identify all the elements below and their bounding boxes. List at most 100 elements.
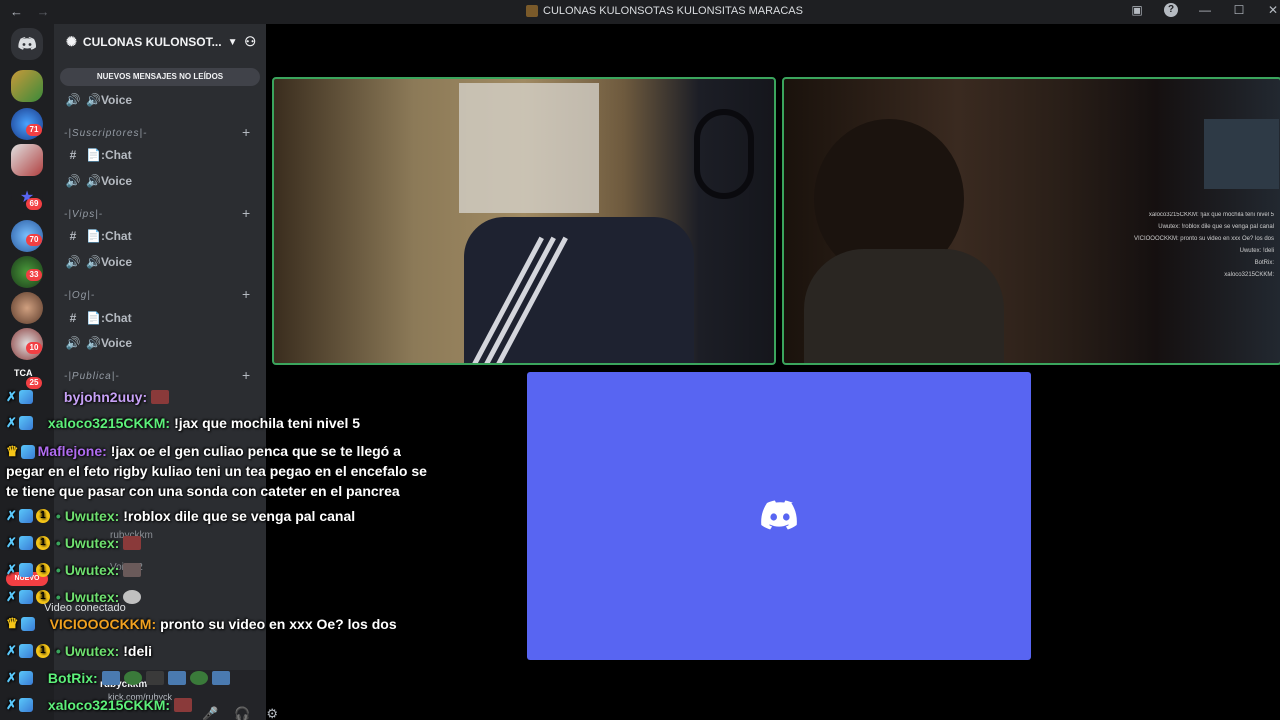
server-icon-3[interactable]: [11, 144, 43, 176]
chat-message: ✗ 1 • Uwutex:: [6, 589, 142, 605]
settings-gear-icon[interactable]: ⚙: [266, 706, 278, 720]
sub-badge-icon: [18, 644, 33, 658]
status-dot-icon: •: [55, 508, 61, 524]
help-icon[interactable]: ?: [1164, 3, 1178, 17]
back-arrow-icon[interactable]: ←: [10, 4, 23, 19]
chat-text: !jax que mochila teni nivel 5: [174, 415, 361, 431]
voice-channel-icon: 🔊: [65, 93, 81, 107]
forward-arrow-icon[interactable]: →: [37, 4, 50, 19]
server-name: CULONAS KULONSOT...: [82, 35, 222, 49]
channel-label: 📄:Chat: [86, 148, 132, 162]
emote-icon: [189, 671, 208, 685]
server-icon-7[interactable]: [11, 292, 43, 324]
person-body: [804, 249, 1004, 363]
chat-username[interactable]: VICIOOOCKKM:: [50, 616, 157, 632]
chat-username[interactable]: byjohn2uuy:: [64, 389, 147, 405]
headphones-icon[interactable]: 🎧: [234, 706, 250, 720]
gifter-badge-icon: 1: [35, 509, 50, 523]
create-channel-icon[interactable]: +: [242, 286, 250, 302]
chat-username[interactable]: Uwutex:: [65, 589, 119, 605]
create-channel-icon[interactable]: +: [242, 205, 250, 221]
text-channel[interactable]: # 📄:Chat: [64, 145, 132, 165]
unread-badge: 33: [26, 269, 42, 281]
voice-channel[interactable]: 🔊 🔊Voice: [64, 252, 133, 272]
chat-message: ✗ 1 • Uwutex: !roblox dile que se venga p…: [6, 508, 355, 524]
voice-channel[interactable]: 🔊 🔊Voice: [64, 333, 133, 353]
channel-label: 📄:Chat: [86, 311, 132, 325]
sub-badge-icon: [18, 536, 33, 550]
chat-username[interactable]: Uwutex:: [65, 643, 119, 659]
reflected-chat-line: VICIOOOCKKM: pronto su video en xxx Oe? …: [1133, 236, 1274, 242]
emote-icon: [101, 671, 120, 685]
user-controls: 🎤 🎧 ⚙: [202, 706, 278, 720]
screen-record-icon[interactable]: ▣: [1130, 3, 1144, 17]
video-tile-no-camera[interactable]: [527, 372, 1031, 660]
sword-badge-icon: ✗: [6, 535, 17, 550]
category-vips[interactable]: -|Vips|-: [64, 209, 103, 225]
sub-badge-icon: [18, 563, 33, 577]
channel-label: 📄:Chat: [86, 229, 132, 243]
hashtag-icon: #: [69, 311, 77, 325]
emote-icon: [211, 671, 230, 685]
chat-message: ✗ 1 • Uwutex:: [6, 535, 142, 551]
voice-channel[interactable]: 🔊 🔊Voice: [64, 171, 133, 191]
chat-username[interactable]: Uwutex:: [65, 508, 119, 524]
sword-badge-icon: ✗: [6, 697, 17, 712]
chat-username[interactable]: Uwutex:: [65, 535, 119, 551]
unread-messages-pill[interactable]: NUEVOS MENSAJES NO LEÍDOS: [60, 68, 260, 86]
gifter-badge-icon: 1: [35, 563, 50, 577]
emote-icon: [123, 563, 142, 577]
channel-label: 🔊Voice: [86, 93, 133, 107]
crown-badge-icon: ♛: [6, 615, 19, 631]
chat-message: ♛ Maflejone: !jax oe el gen culiao penca …: [6, 441, 436, 501]
server-label-tca: TCA: [14, 368, 33, 378]
window-title-text: CULONAS KULONSOTAS KULONSITAS MARACAS: [543, 5, 803, 17]
nav-buttons: ← →: [10, 4, 60, 19]
reflected-chat-line: xaloco3215CKKM:: [1224, 272, 1274, 278]
voice-channel-icon: 🔊: [65, 174, 81, 188]
chat-username[interactable]: xaloco3215CKKM:: [48, 415, 170, 431]
sub-badge-icon: [20, 445, 35, 460]
category-publica[interactable]: -|Publica|-: [64, 371, 120, 387]
text-channel[interactable]: # 📄:Chat: [64, 308, 132, 328]
chat-username[interactable]: Maflejone:: [38, 443, 107, 459]
chat-username[interactable]: Uwutex:: [65, 562, 119, 578]
chat-username[interactable]: BotRix:: [48, 670, 98, 686]
sword-badge-icon: ✗: [6, 415, 17, 430]
server-icon-1[interactable]: [11, 70, 43, 102]
channel-label: 🔊Voice: [86, 255, 133, 269]
reflected-chat-line: xaloco3215CKKM: !jax que mochila teni ni…: [1148, 212, 1274, 218]
discord-home-icon[interactable]: [11, 28, 43, 60]
chat-text: !deli: [123, 643, 153, 659]
window-titlebar: ← → CULONAS KULONSOTAS KULONSITAS MARACA…: [0, 0, 1280, 24]
sword-badge-icon: ✗: [6, 562, 17, 577]
unread-badge: 70: [26, 234, 42, 246]
stream-chat-reflection: xaloco3215CKKM: !jax que mochila teni ni…: [1084, 209, 1274, 281]
category-og[interactable]: -|Og|-: [64, 290, 95, 306]
emote-icon: [123, 536, 142, 550]
reflected-chat-line: Uwutex: !roblox dile que se venga pal ca…: [1158, 224, 1274, 230]
voice-channel[interactable]: 🔊 🔊Voice: [64, 90, 133, 110]
create-channel-icon[interactable]: +: [242, 367, 250, 383]
close-icon[interactable]: ✕: [1266, 3, 1280, 17]
category-suscriptores[interactable]: -|Suscriptores|-: [64, 128, 147, 144]
status-dot-icon: •: [55, 589, 61, 605]
emote-icon: [174, 698, 193, 712]
create-channel-icon[interactable]: +: [242, 124, 250, 140]
minimize-icon[interactable]: —: [1198, 3, 1212, 17]
sub-badge-icon: [18, 671, 33, 685]
sub-badge-icon: [18, 390, 33, 404]
video-tile-user-1[interactable]: [272, 77, 776, 365]
sub-badge-icon: [18, 416, 33, 430]
text-channel[interactable]: # 📄:Chat: [64, 226, 132, 246]
chat-username[interactable]: xaloco3215CKKM:: [48, 697, 170, 713]
sword-badge-icon: ✗: [6, 643, 17, 658]
video-tile-user-2[interactable]: xaloco3215CKKM: !jax que mochila teni ni…: [782, 77, 1280, 365]
chat-message: ✗ BotRix:: [6, 670, 230, 686]
server-header[interactable]: ✺ CULONAS KULONSOT... ▼ ⚇: [54, 24, 266, 60]
add-user-icon[interactable]: ⚇: [244, 34, 256, 50]
maximize-icon[interactable]: ☐: [1232, 3, 1246, 17]
headset: [694, 109, 754, 199]
window-title: CULONAS KULONSOTAS KULONSITAS MARACAS: [526, 5, 803, 17]
microphone-icon[interactable]: 🎤: [202, 706, 218, 720]
